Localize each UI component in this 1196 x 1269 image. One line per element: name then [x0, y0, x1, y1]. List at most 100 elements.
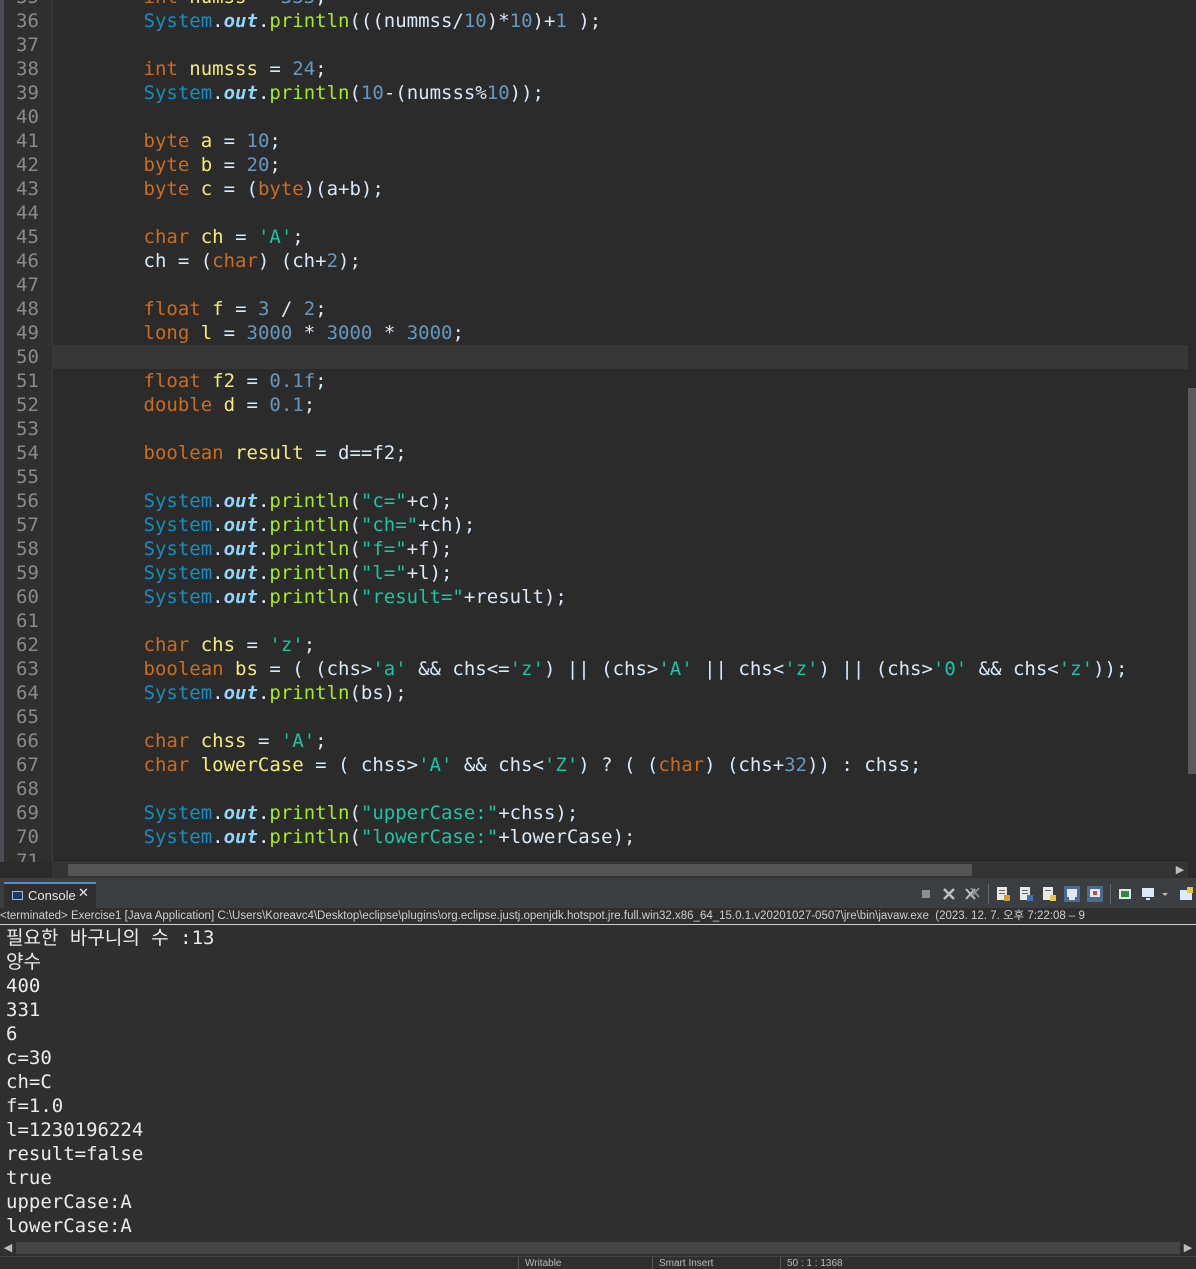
- code-line[interactable]: byte c = (byte)(a+b);: [52, 177, 384, 201]
- code-line[interactable]: System.out.println("result="+result);: [52, 585, 567, 609]
- code-line[interactable]: float f = 3 / 2;: [52, 297, 327, 321]
- code-token: 'a': [372, 658, 407, 680]
- console-output[interactable]: 필요한 바구니의 수 :13 양수 400 331 6 c=30 ch=C f=1.0 l=12…: [6, 926, 1186, 1242]
- code-line[interactable]: System.out.println(10-(numsss%10));: [52, 81, 544, 105]
- line-number: 57: [16, 514, 39, 536]
- code-token: '0': [932, 658, 968, 680]
- tab-console[interactable]: Console ✕: [4, 882, 96, 908]
- code-line[interactable]: System.out.println(((nummss/10)*10)+1 );: [52, 9, 602, 33]
- status-cursor-position[interactable]: 50 : 1 : 1368: [780, 1257, 843, 1269]
- display-console-icon[interactable]: [1140, 886, 1156, 902]
- code-token: char: [143, 730, 190, 752]
- terminate-icon[interactable]: [918, 886, 934, 902]
- line-number: 59: [16, 562, 39, 584]
- code-token: .: [212, 682, 224, 704]
- code-line[interactable]: ch = (char) (ch+2);: [52, 249, 361, 273]
- code-token: =: [235, 394, 270, 416]
- code-token: ch = (: [52, 250, 213, 272]
- code-token: ) (ch+: [257, 250, 327, 272]
- code-token: .: [212, 82, 224, 104]
- code-token: f: [212, 298, 224, 320]
- code-token: (: [349, 826, 361, 848]
- code-line[interactable]: char chss = 'A';: [52, 729, 327, 753]
- code-token: ) ? ( (: [578, 754, 659, 776]
- code-token: .: [257, 826, 270, 848]
- code-token: .: [212, 514, 224, 536]
- scroll-left-arrow-icon[interactable]: ◀: [0, 1240, 16, 1256]
- code-token: .: [212, 10, 224, 32]
- code-line[interactable]: System.out.println("lowerCase:"+lowerCas…: [52, 825, 636, 849]
- code-token: chs: [200, 634, 236, 656]
- code-token: println: [269, 10, 350, 32]
- editor-vertical-scroll-thumb[interactable]: [1188, 388, 1196, 774]
- console-tab-label: Console: [28, 888, 76, 903]
- code-token: out: [223, 826, 258, 848]
- code-token: )) : chss;: [807, 754, 922, 776]
- code-token: System: [143, 490, 213, 512]
- pin-console-icon[interactable]: [1064, 886, 1080, 902]
- code-token: System: [143, 562, 213, 584]
- new-console-icon[interactable]: [1117, 886, 1133, 902]
- code-line[interactable]: float f2 = 0.1f;: [52, 369, 327, 393]
- code-token: || chs<: [692, 658, 785, 680]
- line-number-gutter[interactable]: 3536373839404142434445464748495051525354…: [4, 0, 53, 862]
- code-line[interactable]: char ch = 'A';: [52, 225, 304, 249]
- code-line[interactable]: System.out.println("l="+l);: [52, 561, 453, 585]
- code-token: 10: [463, 10, 487, 32]
- editor-horizontal-scroll-thumb[interactable]: [68, 864, 972, 876]
- code-line[interactable]: boolean bs = ( (chs>'a' && chs<='z') || …: [52, 657, 1128, 681]
- code-line[interactable]: System.out.println("upperCase:"+chss);: [52, 801, 579, 825]
- code-token: .: [212, 802, 224, 824]
- show-stdout-icon[interactable]: [1041, 886, 1057, 902]
- code-token: 10: [360, 82, 384, 104]
- code-line[interactable]: double d = 0.1;: [52, 393, 316, 417]
- line-number: 40: [16, 106, 39, 128]
- remove-all-icon[interactable]: [964, 886, 980, 902]
- close-icon[interactable]: ✕: [78, 886, 89, 901]
- open-console-icon[interactable]: [1178, 886, 1194, 902]
- code-token: ;: [315, 58, 327, 80]
- code-line[interactable]: int numsss = 24;: [52, 57, 327, 81]
- code-line[interactable]: System.out.println(bs);: [52, 681, 407, 705]
- status-bar: Writable Smart Insert 50 : 1 : 1368: [0, 1256, 1196, 1269]
- code-token: ;: [452, 322, 464, 344]
- code-token: println: [269, 82, 350, 104]
- chevron-down-icon[interactable]: [1160, 886, 1170, 902]
- code-token: b: [200, 154, 213, 176]
- console-horizontal-scroll-thumb[interactable]: [16, 1242, 1180, 1254]
- code-line[interactable]: long l = 3000 * 3000 * 3000;: [52, 321, 464, 345]
- code-token: ;: [315, 370, 327, 392]
- code-token: 10: [509, 10, 533, 32]
- status-insert-mode[interactable]: Smart Insert: [652, 1257, 713, 1269]
- scroll-lock-icon[interactable]: [995, 886, 1011, 902]
- code-line[interactable]: char lowerCase = ( chss>'A' && chs<'Z') …: [52, 753, 922, 777]
- code-token: println: [269, 826, 350, 848]
- code-line[interactable]: System.out.println("c="+c);: [52, 489, 453, 513]
- code-token: char: [143, 226, 190, 248]
- code-token: println: [269, 586, 350, 608]
- code-token: 32: [784, 754, 808, 776]
- code-line[interactable]: boolean result = d==f2;: [52, 441, 407, 465]
- code-line[interactable]: System.out.println("f="+f);: [52, 537, 453, 561]
- code-token: 10: [246, 130, 270, 152]
- code-line[interactable]: byte a = 10;: [52, 129, 281, 153]
- code-line[interactable]: byte b = 20;: [52, 153, 281, 177]
- code-token: 'Z': [543, 754, 579, 776]
- code-line[interactable]: char chs = 'z';: [52, 633, 316, 657]
- code-token: ) (chs+: [704, 754, 785, 776]
- show-stderr-icon[interactable]: [1087, 886, 1103, 902]
- code-token: .: [257, 586, 270, 608]
- remove-launch-icon[interactable]: [941, 886, 957, 902]
- code-token: "c=": [360, 490, 407, 512]
- code-line[interactable]: int numss = 333;: [52, 0, 327, 9]
- code-line[interactable]: System.out.println("ch="+ch);: [52, 513, 476, 537]
- code-editor[interactable]: 3536373839404142434445464748495051525354…: [0, 0, 1196, 878]
- code-area[interactable]: int numss = 333; System.out.println(((nu…: [52, 0, 1188, 862]
- scroll-right-arrow-icon[interactable]: ▶: [1172, 862, 1188, 878]
- word-wrap-icon[interactable]: [1018, 886, 1034, 902]
- code-token: (: [349, 82, 361, 104]
- scroll-right-arrow-icon[interactable]: ▶: [1180, 1240, 1196, 1256]
